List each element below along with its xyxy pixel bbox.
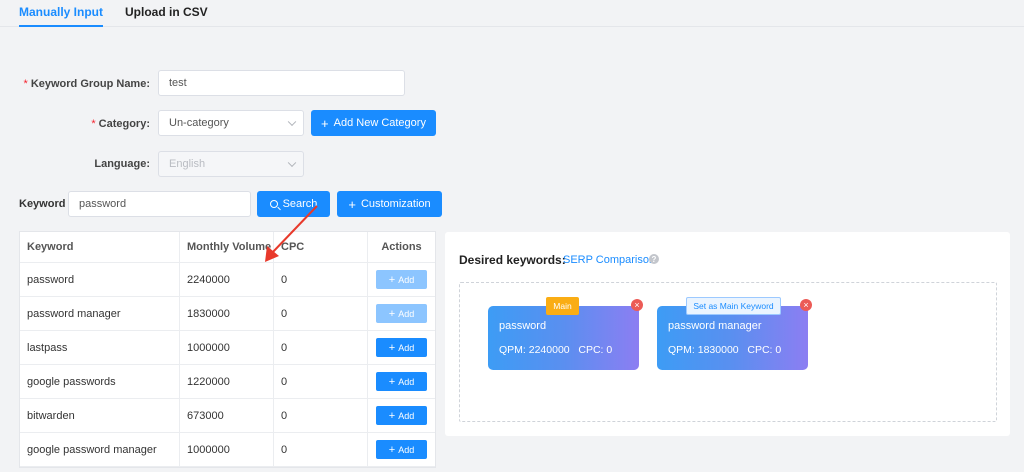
- main-badge: Main: [546, 297, 579, 315]
- row-keyword: password: [20, 263, 180, 296]
- plus-icon: +: [388, 341, 396, 354]
- row-cpc: 0: [274, 331, 368, 364]
- card-keyword-name: password manager: [668, 320, 762, 332]
- row-volume: 673000: [180, 399, 274, 432]
- keyword-search-label: Keyword: [19, 198, 66, 210]
- tab-upload-csv[interactable]: Upload in CSV: [125, 5, 208, 19]
- group-name-label: * Keyword Group Name:: [23, 78, 150, 90]
- add-button[interactable]: + Add: [376, 338, 427, 357]
- card-keyword-name: password: [499, 320, 547, 332]
- chevron-down-icon: [287, 117, 297, 127]
- plus-icon: +: [388, 375, 396, 388]
- row-cpc: 0: [274, 433, 368, 466]
- customization-button[interactable]: + Customization: [337, 191, 442, 217]
- language-label: Language:: [94, 158, 150, 170]
- desired-keywords-panel: Desired keywords: SERP Comparison ? Main…: [445, 232, 1010, 436]
- table-row: google passwords 1220000 0 + Add: [20, 365, 435, 399]
- question-circle-icon[interactable]: ?: [649, 254, 659, 264]
- close-icon[interactable]: ×: [631, 299, 643, 311]
- keyword-table: Keyword Monthly Volume CPC Actions passw…: [19, 231, 436, 468]
- add-button[interactable]: + Add: [376, 270, 427, 289]
- row-volume: 1000000: [180, 433, 274, 466]
- serp-comparison-link[interactable]: SERP Comparison: [563, 254, 655, 266]
- plus-icon: +: [388, 273, 396, 286]
- add-button[interactable]: + Add: [376, 304, 427, 323]
- desired-keywords-title: Desired keywords:: [459, 253, 566, 267]
- add-new-category-button[interactable]: + Add New Category: [311, 110, 436, 136]
- add-button[interactable]: + Add: [376, 372, 427, 391]
- header-keyword: Keyword: [20, 232, 180, 262]
- category-select[interactable]: Un-category: [158, 110, 304, 136]
- row-keyword: password manager: [20, 297, 180, 330]
- row-keyword: lastpass: [20, 331, 180, 364]
- card-keyword-stats: QPM: 1830000 CPC: 0: [668, 344, 782, 356]
- language-select: English: [158, 151, 304, 177]
- annotation-arrow: [265, 205, 318, 262]
- keyword-dropzone[interactable]: Main × password QPM: 2240000 CPC: 0 Set …: [459, 282, 997, 422]
- plus-icon: +: [388, 409, 396, 422]
- row-volume: 1000000: [180, 331, 274, 364]
- table-row: lastpass 1000000 0 + Add: [20, 331, 435, 365]
- row-cpc: 0: [274, 365, 368, 398]
- plus-icon: +: [321, 115, 329, 131]
- keyword-search-input[interactable]: password: [68, 191, 251, 217]
- chevron-down-icon: [287, 158, 297, 168]
- add-button[interactable]: + Add: [376, 406, 427, 425]
- tab-bar: Manually Input Upload in CSV: [0, 0, 1024, 27]
- table-row: password 2240000 0 + Add: [20, 263, 435, 297]
- plus-icon: +: [388, 307, 396, 320]
- row-keyword: google passwords: [20, 365, 180, 398]
- tab-manual-input[interactable]: Manually Input: [19, 5, 103, 27]
- row-keyword: bitwarden: [20, 399, 180, 432]
- keyword-card[interactable]: Main × password QPM: 2240000 CPC: 0: [488, 297, 643, 370]
- card-keyword-stats: QPM: 2240000 CPC: 0: [499, 344, 613, 356]
- plus-icon: +: [348, 196, 356, 212]
- row-volume: 1220000: [180, 365, 274, 398]
- table-row: google password manager 1000000 0 + Add: [20, 433, 435, 467]
- group-name-input[interactable]: test: [158, 70, 405, 96]
- header-actions: Actions: [381, 241, 422, 253]
- add-button[interactable]: + Add: [376, 440, 427, 459]
- category-label: * Category:: [91, 118, 150, 130]
- set-as-main-keyword-button[interactable]: Set as Main Keyword: [686, 297, 781, 315]
- close-icon[interactable]: ×: [800, 299, 812, 311]
- plus-icon: +: [388, 443, 396, 456]
- row-volume: 1830000: [180, 297, 274, 330]
- table-row: password manager 1830000 0 + Add: [20, 297, 435, 331]
- row-cpc: 0: [274, 399, 368, 432]
- row-cpc: 0: [274, 297, 368, 330]
- table-header-row: Keyword Monthly Volume CPC Actions: [20, 232, 435, 263]
- keyword-card[interactable]: Set as Main Keyword × password manager Q…: [657, 297, 812, 370]
- table-row: bitwarden 673000 0 + Add: [20, 399, 435, 433]
- row-keyword: google password manager: [20, 433, 180, 466]
